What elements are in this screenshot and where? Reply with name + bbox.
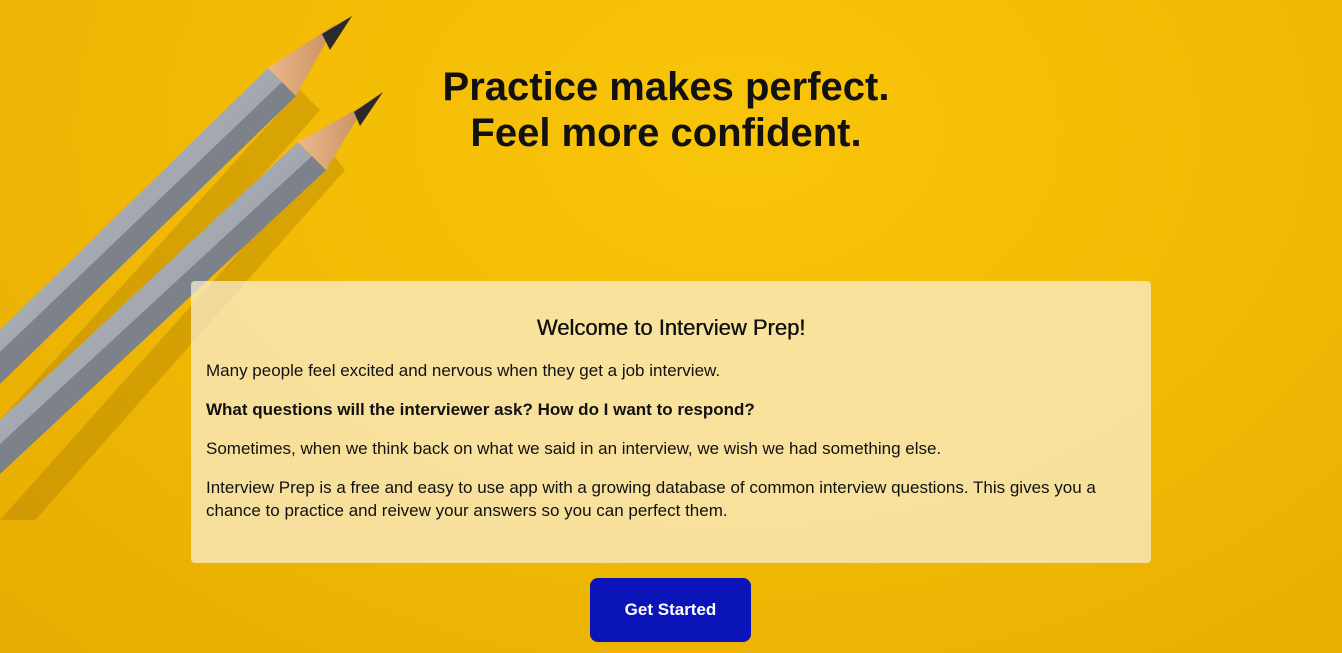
app-description-paragraph: Interview Prep is a free and easy to use… — [206, 478, 1096, 520]
intro-paragraph: Many people feel excited and nervous whe… — [206, 361, 721, 380]
questions-paragraph: What questions will the interviewer ask?… — [206, 400, 755, 419]
welcome-card: Welcome to Interview Prep! Many people f… — [191, 281, 1151, 563]
hero-headline-line2: Feel more confident. — [470, 111, 862, 155]
hero-headline: Practice makes perfect. Feel more confid… — [0, 64, 1332, 156]
hero-headline-line1: Practice makes perfect. — [442, 65, 890, 109]
get-started-button[interactable]: Get Started — [590, 578, 751, 642]
welcome-title: Welcome to Interview Prep! — [536, 315, 806, 340]
hero-section: Practice makes perfect. Feel more confid… — [0, 0, 1342, 653]
reflection-paragraph: Sometimes, when we think back on what we… — [206, 439, 942, 458]
